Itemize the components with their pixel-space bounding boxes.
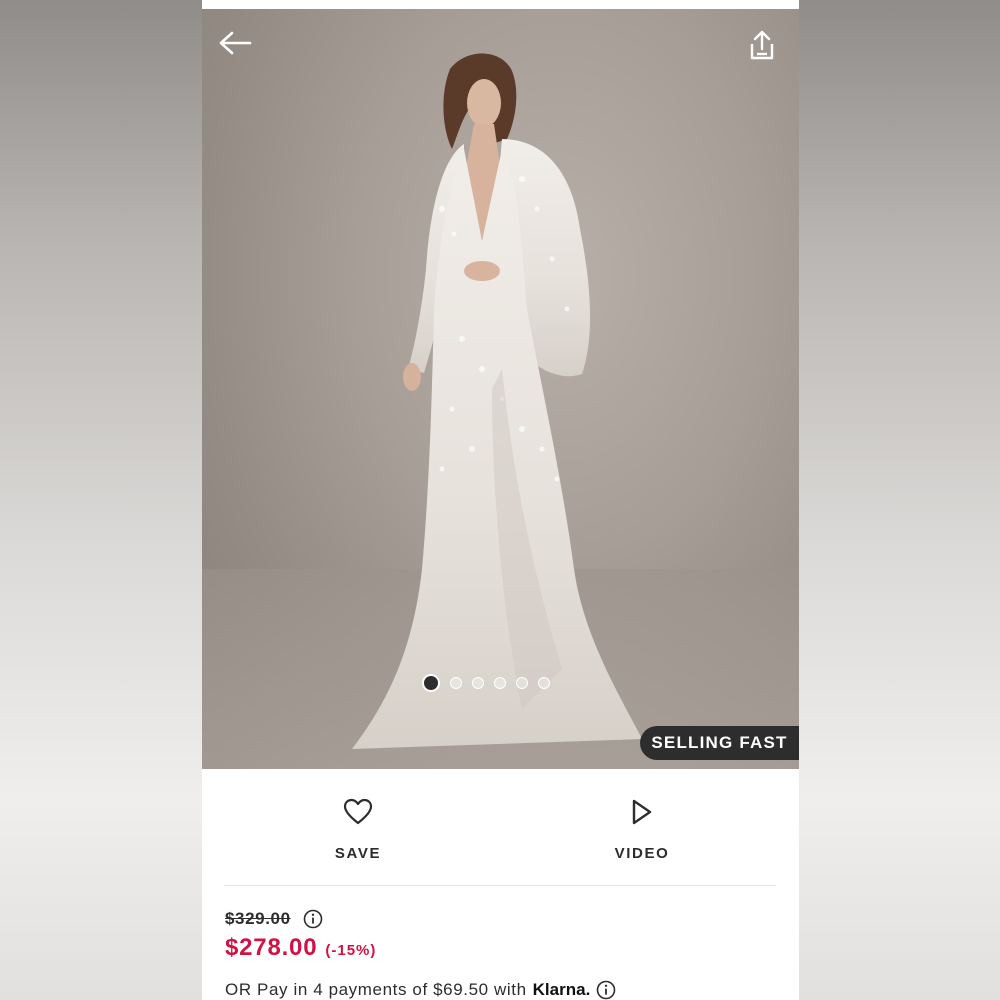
product-screen: SELLING FAST SAVE VIDEO $329.00 $278.00 … [202,0,799,1000]
product-image[interactable]: SELLING FAST [202,9,799,769]
save-label: SAVE [334,845,382,862]
gallery-dot[interactable] [516,677,528,689]
divider [224,885,776,886]
arrow-left-icon [219,31,252,55]
klarna-brand: Klarna. [532,980,591,999]
model-photo [202,53,799,769]
back-button[interactable] [218,31,258,63]
current-price: $278.00 [225,934,318,961]
status-strip [202,0,799,9]
right-backdrop [799,0,1000,1000]
klarna-row: OR Pay in 4 payments of $69.50 with Klar… [225,976,785,1000]
product-actions: SAVE VIDEO [202,769,799,885]
share-icon [750,30,774,60]
gallery-dot[interactable] [450,677,462,689]
info-circle-icon[interactable] [303,909,323,929]
klarna-text: OR Pay in 4 payments of $69.50 with [225,980,527,999]
gallery-pagination [422,673,550,693]
share-button[interactable] [747,29,783,65]
selling-fast-badge: SELLING FAST [640,726,799,760]
play-outline-icon [632,799,652,825]
was-price: $329.00 [225,909,291,928]
now-price-row: $278.00 (-15%) [225,934,785,966]
heart-outline-icon [343,798,373,825]
gallery-dot[interactable] [538,677,550,689]
save-button[interactable]: SAVE [298,795,418,865]
video-label: VIDEO [614,845,670,862]
was-price-row: $329.00 [225,906,785,932]
discount-percent: (-15%) [325,942,377,959]
gallery-dot[interactable] [472,677,484,689]
gallery-dot[interactable] [494,677,506,689]
price-section: $329.00 $278.00 (-15%) OR Pay in 4 payme… [225,906,785,1000]
gallery-dot[interactable] [422,674,440,692]
video-button[interactable]: VIDEO [582,795,702,865]
left-backdrop [0,0,202,1000]
info-circle-icon[interactable] [596,980,616,1000]
